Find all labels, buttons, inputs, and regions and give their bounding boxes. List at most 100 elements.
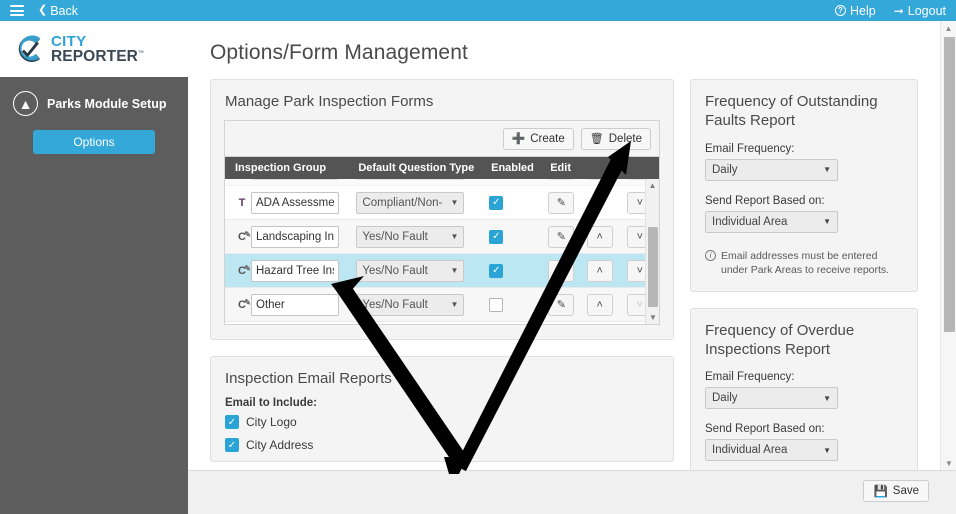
table-row[interactable]: ▼ [225, 179, 659, 186]
inspection-group-input[interactable] [251, 294, 339, 316]
tree-icon: ▲ [13, 91, 38, 116]
chevron-down-icon: ▼ [823, 217, 831, 226]
table-scrollbar[interactable]: ▲ ▼ [645, 179, 659, 324]
list-item[interactable]: ✓ City Logo [211, 415, 673, 429]
outstanding-note-text: Email addresses must be entered under Pa… [721, 249, 903, 277]
column-header-question-type: Default Question Type [348, 162, 481, 174]
email-include-checkbox[interactable]: ✓ [225, 415, 239, 429]
edit-button[interactable]: ✎ [548, 192, 574, 214]
checkbox-question-icon: C✎ [233, 265, 251, 277]
logout-button[interactable]: ➞ Logout [894, 4, 946, 18]
scroll-up-arrow-icon[interactable]: ▲ [646, 179, 659, 192]
overdue-frequency-label: Email Frequency: [691, 365, 917, 387]
info-icon: i [705, 250, 716, 261]
pencil-icon: ✎ [557, 264, 566, 277]
outstanding-basis-select[interactable]: Individual Area ▼ [705, 211, 838, 233]
forms-table-body-viewport: ▼TCompliant/Non-▼✓✎˄˅C✎Yes/No Fault▼✓✎˄˅… [225, 179, 659, 324]
help-button[interactable]: ? Help [835, 4, 876, 18]
table-row[interactable]: TCompliant/Non-▼✓✎˄˅ [225, 186, 659, 220]
email-include-label: Email to Include: [211, 397, 673, 415]
footer-bar: 💾 Save [188, 470, 956, 514]
question-type-select[interactable]: Compliant/Non-▼ [356, 192, 464, 214]
table-scrollbar-thumb[interactable] [648, 227, 658, 307]
edit-button[interactable] [548, 179, 574, 180]
chevron-down-icon: ˅ [637, 231, 643, 243]
overdue-frequency-select[interactable]: Daily ▼ [705, 387, 838, 409]
chevron-down-icon: ▼ [451, 198, 459, 207]
back-label: Back [50, 4, 78, 18]
enabled-checkbox[interactable]: ✓ [489, 196, 503, 210]
forms-table-body: ▼TCompliant/Non-▼✓✎˄˅C✎Yes/No Fault▼✓✎˄˅… [225, 179, 659, 322]
move-up-button[interactable]: ˄ [587, 226, 613, 248]
email-reports-panel: Inspection Email Reports Email to Includ… [210, 356, 674, 462]
overdue-basis-select[interactable]: Individual Area ▼ [705, 439, 838, 461]
overdue-frequency-value: Daily [712, 392, 738, 404]
module-title: Parks Module Setup [47, 97, 166, 111]
page-scroll-down-icon[interactable]: ▼ [941, 456, 956, 470]
question-type-select[interactable]: Yes/No Fault▼ [356, 260, 464, 282]
back-button[interactable]: ❮ Back [38, 4, 78, 18]
move-up-button[interactable]: ˄ [587, 294, 613, 316]
save-button[interactable]: 💾 Save [863, 480, 929, 502]
page-scrollbar[interactable]: ▲ ▼ [940, 21, 956, 470]
manage-forms-title: Manage Park Inspection Forms [211, 80, 673, 120]
inspection-group-input[interactable] [251, 226, 339, 248]
question-type-value: Yes/No Fault [362, 299, 427, 311]
delete-button[interactable]: 🗑 Delete [581, 128, 651, 150]
left-column: Manage Park Inspection Forms ➕ Create 🗑 … [210, 79, 674, 462]
sidebar-item-options[interactable]: Options [33, 130, 155, 154]
enabled-checkbox[interactable]: ✓ [489, 230, 503, 244]
pencil-icon: ✎ [244, 230, 251, 239]
floppy-disk-icon: 💾 [873, 484, 887, 498]
question-type-select[interactable]: Yes/No Fault▼ [356, 226, 464, 248]
table-row[interactable]: C✎Yes/No Fault▼✓✎˄˅ [225, 254, 659, 288]
delete-label: Delete [609, 133, 642, 145]
outstanding-note: i Email addresses must be entered under … [691, 233, 917, 277]
chevron-up-icon: ˄ [596, 299, 602, 311]
column-header-inspection-group: Inspection Group [225, 162, 348, 174]
chevron-up-icon: ˄ [596, 231, 602, 243]
email-include-checkbox[interactable]: ✓ [225, 438, 239, 452]
app-logo[interactable]: CITY REPORTER™ [0, 21, 188, 77]
edit-button[interactable]: ✎ [548, 260, 574, 282]
chevron-down-icon: ˅ [637, 299, 643, 311]
pencil-icon: ✎ [557, 298, 566, 311]
top-bar-right: ? Help ➞ Logout [835, 4, 946, 18]
question-type-select[interactable]: ▼ [356, 179, 464, 180]
outstanding-frequency-value: Daily [712, 164, 738, 176]
inspection-group-input[interactable] [251, 192, 339, 214]
brand-city: CITY [51, 34, 144, 49]
pencil-icon: ✎ [244, 264, 251, 273]
scroll-down-arrow-icon[interactable]: ▼ [646, 311, 659, 324]
pencil-icon: ✎ [557, 196, 566, 209]
email-include-label: City Logo [246, 415, 297, 429]
forms-table: ➕ Create 🗑 Delete Inspection Group Defau… [224, 120, 660, 325]
create-button[interactable]: ➕ Create [503, 128, 574, 150]
sidebar: CITY REPORTER™ ▲ Parks Module Setup Opti… [0, 21, 188, 514]
outstanding-basis-label: Send Report Based on: [691, 181, 917, 211]
table-row[interactable]: C✎Yes/No Fault▼✓✎˄˅ [225, 220, 659, 254]
outstanding-frequency-select[interactable]: Daily ▼ [705, 159, 838, 181]
enabled-checkbox[interactable]: ✓ [489, 264, 503, 278]
chevron-down-icon: ▼ [451, 232, 459, 241]
question-type-select[interactable]: Yes/No Fault▼ [356, 294, 464, 316]
page-title: Options/Form Management [210, 41, 956, 65]
list-item[interactable]: ✓City Address [211, 438, 673, 452]
move-up-button[interactable]: ˄ [587, 260, 613, 282]
edit-button[interactable]: ✎ [548, 294, 574, 316]
enabled-checkbox[interactable] [489, 298, 503, 312]
chevron-down-icon: ▼ [823, 446, 831, 455]
table-row[interactable]: C✎Yes/No Fault▼✎˄˅ [225, 288, 659, 322]
inspection-group-input[interactable] [251, 260, 339, 282]
pencil-icon: ✎ [557, 230, 566, 243]
edit-button[interactable]: ✎ [548, 226, 574, 248]
inspection-group-input[interactable] [251, 179, 339, 180]
move-up-button[interactable] [587, 179, 613, 180]
question-type-value: Yes/No Fault [362, 265, 427, 277]
page-scrollbar-thumb[interactable] [944, 37, 955, 332]
top-bar: ❮ Back ? Help ➞ Logout [0, 0, 956, 21]
hamburger-icon[interactable] [10, 5, 24, 16]
page-scroll-up-icon[interactable]: ▲ [941, 21, 956, 35]
app-root: ❮ Back ? Help ➞ Logout CITY REPORTER™ [0, 0, 956, 514]
right-column: Frequency of Outstanding Faults Report E… [690, 79, 918, 470]
